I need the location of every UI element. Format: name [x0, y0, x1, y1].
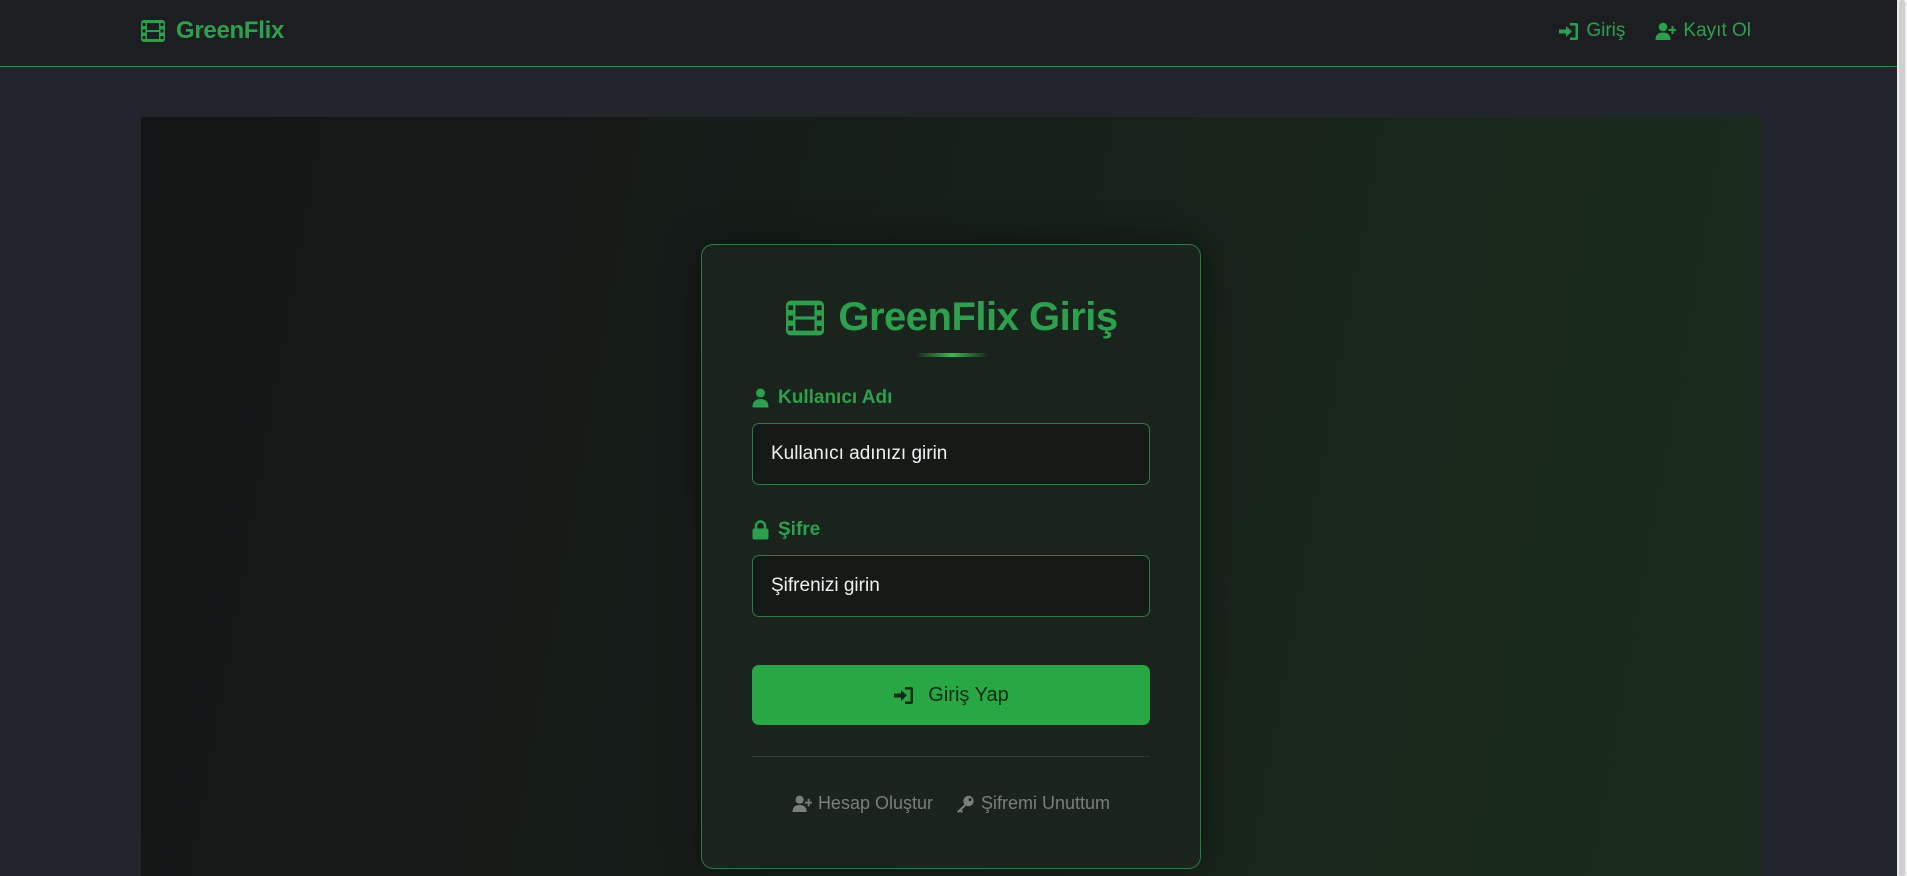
- brand-name: GreenFlix: [176, 17, 285, 44]
- lock-icon: [752, 520, 769, 540]
- password-input[interactable]: [752, 555, 1150, 617]
- nav-links: Giriş Kayıt Ol: [1558, 20, 1751, 42]
- scrollbar-thumb[interactable]: [1899, 0, 1905, 876]
- film-icon: [786, 300, 825, 335]
- card-footer-links: Hesap Oluştur Şifremi Unuttum: [702, 793, 1200, 814]
- user-plus-icon: [1655, 22, 1677, 40]
- user-plus-icon: [792, 795, 812, 812]
- brand-logo[interactable]: GreenFlix: [140, 17, 284, 45]
- login-title-text: GreenFlix Giriş: [838, 295, 1118, 339]
- create-account-label: Hesap Oluştur: [817, 793, 933, 813]
- login-card: GreenFlix Giriş Kullanıcı Adı Şifre Gi: [701, 244, 1201, 869]
- sign-in-icon: [894, 686, 914, 704]
- key-icon: [957, 795, 974, 813]
- nav-register-label: Kayıt Ol: [1683, 20, 1751, 41]
- username-label-text: Kullanıcı Adı: [778, 387, 893, 408]
- nav-login-link[interactable]: Giriş: [1558, 20, 1625, 42]
- login-title: GreenFlix Giriş: [702, 295, 1200, 340]
- sign-in-icon: [1559, 22, 1579, 40]
- password-label: Şifre: [752, 519, 820, 541]
- login-submit-label: Giriş Yap: [928, 683, 1009, 706]
- username-input[interactable]: [752, 423, 1150, 485]
- card-divider: [752, 756, 1150, 757]
- top-navbar: GreenFlix Giriş Kayıt Ol: [0, 0, 1907, 67]
- nav-login-label: Giriş: [1586, 20, 1626, 41]
- user-icon: [752, 388, 769, 408]
- forgot-password-label: Şifremi Unuttum: [981, 793, 1111, 813]
- forgot-password-link[interactable]: Şifremi Unuttum: [955, 793, 1110, 814]
- window-scrollbar[interactable]: [1897, 0, 1907, 876]
- title-underline: [916, 353, 988, 357]
- create-account-link[interactable]: Hesap Oluştur: [792, 793, 933, 814]
- password-label-text: Şifre: [778, 519, 821, 540]
- nav-register-link[interactable]: Kayıt Ol: [1655, 20, 1751, 42]
- username-label: Kullanıcı Adı: [752, 387, 892, 409]
- hero-section: GreenFlix Giriş Kullanıcı Adı Şifre Gi: [141, 117, 1761, 876]
- film-icon: [141, 20, 165, 42]
- login-submit-button[interactable]: Giriş Yap: [752, 665, 1150, 725]
